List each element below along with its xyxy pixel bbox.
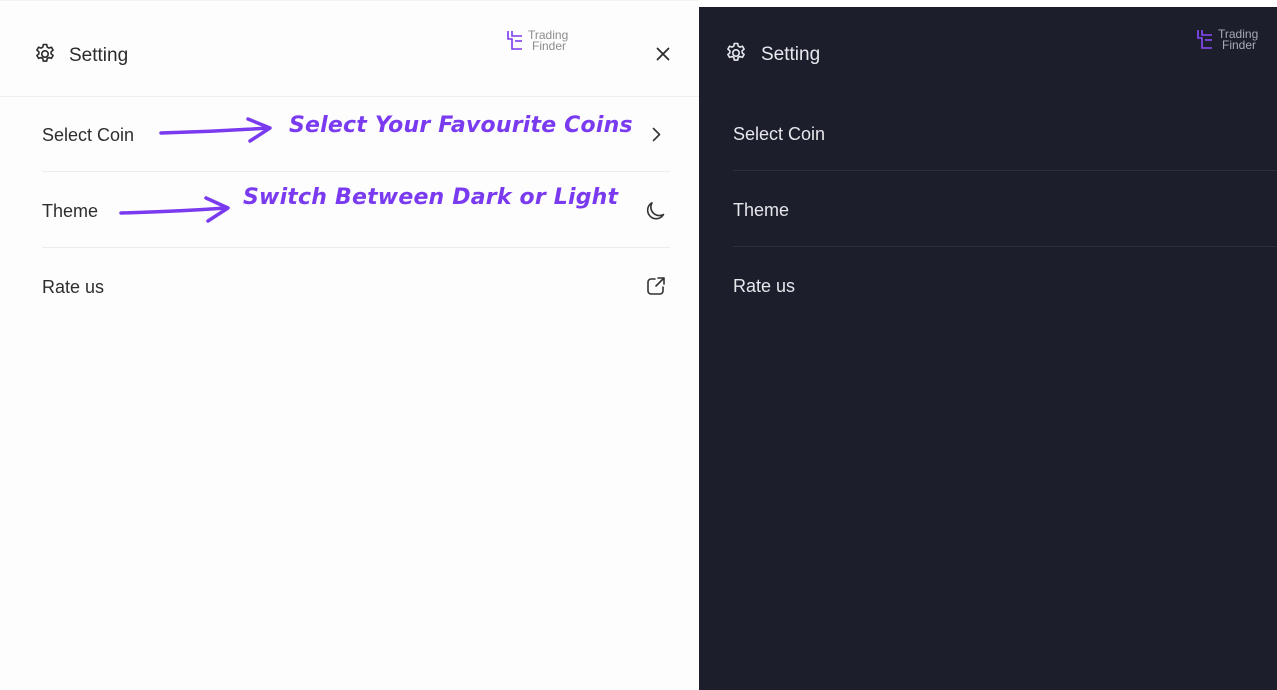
close-icon[interactable] [651,42,675,66]
moon-icon[interactable] [644,198,668,222]
trading-finder-logo-icon [1197,30,1212,49]
trading-finder-logo-icon [507,31,522,50]
external-link-icon [647,277,665,295]
gear-icon [36,43,54,62]
dark-theme-settings-panel: Setting Trading Finder Select Coin Theme… [699,7,1277,690]
menu-item-label: Select Coin [42,125,135,145]
settings-header: Setting Trading Finder [0,1,699,97]
logo-line-2: Finder [532,39,567,53]
chevron-right-icon [652,127,661,142]
menu-item-rate-us[interactable]: Rate us [733,247,1277,323]
gear-icon [727,42,745,61]
menu-item-theme[interactable]: Theme [733,171,1277,247]
logo-line-2: Finder [1222,38,1257,52]
menu-item-label: Theme [42,201,99,221]
menu-item-label: Select Coin [733,124,826,144]
menu-item-rate-us[interactable]: Rate us [42,248,670,324]
menu-item-select-coin[interactable]: Select Coin [733,95,1277,171]
trading-finder-logo: Trading Finder [506,29,568,53]
trading-finder-logo: Trading Finder [1196,28,1258,52]
page-title: Setting [69,45,129,66]
menu-item-label: Rate us [733,276,796,296]
page-title: Setting [761,44,821,65]
annotation-arrow [159,117,272,143]
light-theme-settings-panel: Setting Trading Finder Select Coin Theme [0,0,699,690]
menu-item-label: Rate us [42,277,105,297]
annotation-arrow [119,196,230,223]
settings-header: Setting Trading Finder [699,7,1277,102]
menu-item-label: Theme [733,200,790,220]
annotation-theme: Switch Between Dark or Light [243,185,619,210]
annotation-select-coin: Select Your Favourite Coins [289,113,633,138]
